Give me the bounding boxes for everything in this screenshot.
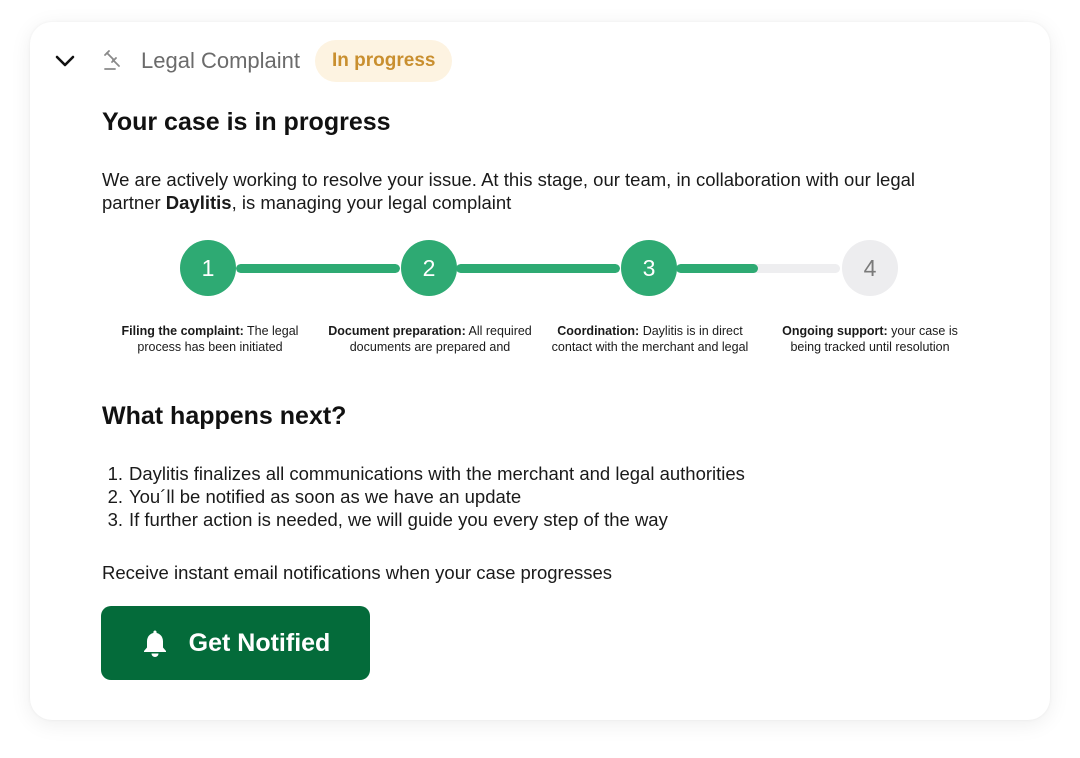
bell-icon — [143, 630, 166, 657]
step-title: Ongoing support: — [782, 324, 888, 338]
step-description-4: Ongoing support: your case is being trac… — [760, 324, 980, 355]
next-steps-heading: What happens next? — [102, 402, 347, 430]
step-text: Daylitis is in direct — [642, 324, 743, 338]
intro-after: , is managing your legal complaint — [231, 192, 512, 213]
connector-fill — [676, 264, 758, 273]
list-text: You´ll be notified as soon as we have an… — [129, 486, 522, 507]
case-card: Legal Complaint In progress Your case is… — [30, 22, 1050, 720]
case-title: Legal Complaint — [141, 48, 300, 73]
button-label: Get Notified — [188, 628, 331, 657]
step-connector — [236, 264, 400, 273]
step-circle-4: 4 — [842, 240, 898, 296]
list-text: Daylitis finalizes all communications wi… — [129, 463, 745, 484]
status-badge: In progress — [315, 40, 453, 82]
intro-text: We are actively working to resolve your … — [102, 168, 962, 214]
chevron-down-icon[interactable] — [52, 48, 78, 74]
list-number: 2. — [107, 486, 123, 507]
step-circle-1: 1 — [180, 240, 236, 296]
step-title: Filing the complaint: — [121, 324, 244, 338]
case-header[interactable]: Legal Complaint In progress — [30, 22, 1050, 100]
page-title: Your case is in progress — [102, 108, 391, 136]
step-text: your case is — [891, 324, 958, 338]
step-text: being tracked until resolution — [790, 339, 950, 354]
step-circle-3: 3 — [621, 240, 677, 296]
list-number: 3. — [107, 509, 123, 530]
step-text: documents are prepared and — [349, 339, 511, 354]
connector-fill — [456, 264, 620, 273]
step-title: Coordination: — [557, 324, 640, 338]
step-connector — [676, 264, 840, 273]
list-text: If further action is needed, we will gui… — [129, 509, 668, 530]
step-text: contact with the merchant and legal — [551, 339, 749, 354]
step-circle-2: 2 — [401, 240, 457, 296]
gavel-icon — [104, 50, 120, 70]
connector-fill — [236, 264, 400, 273]
get-notified-button[interactable]: Get Notified — [101, 606, 370, 680]
step-text: All required — [468, 324, 532, 338]
step-connector — [456, 264, 620, 273]
list-number: 1. — [107, 463, 123, 484]
step-title: Document preparation: — [328, 324, 466, 338]
progress-stepper: 1 2 3 4 — [30, 240, 1050, 300]
list-item: 1. Daylitis finalizes all communications … — [102, 462, 745, 485]
step-description-2: Document preparation: All required docum… — [320, 324, 540, 355]
step-text: The legal — [247, 324, 299, 338]
notify-description: Receive instant email notifications when… — [102, 562, 613, 583]
step-text: process has been initiated — [137, 339, 283, 354]
list-item: 2. You´ll be notified as soon as we have … — [102, 485, 745, 508]
list-item: 3. If further action is needed, we will g… — [102, 508, 745, 531]
step-description-1: Filing the complaint: The legal process … — [100, 324, 320, 355]
next-steps-list: 1. Daylitis finalizes all communications … — [102, 462, 745, 531]
partner-name: Daylitis — [165, 192, 232, 213]
step-description-3: Coordination: Daylitis is in direct cont… — [540, 324, 760, 355]
